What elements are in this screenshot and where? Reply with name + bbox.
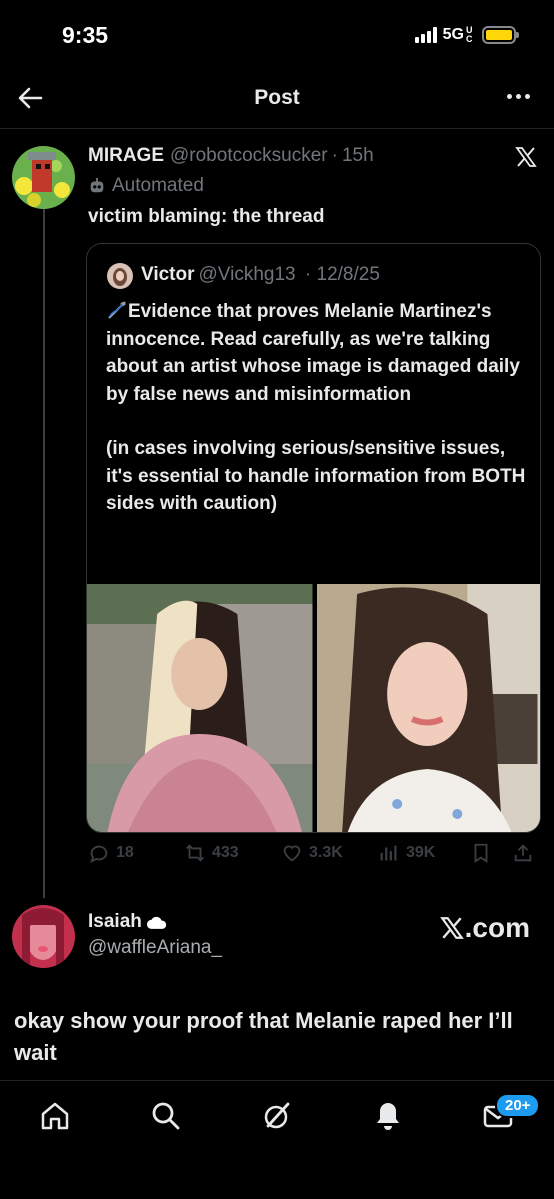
reply-count: 18 bbox=[116, 844, 134, 861]
quote-text: Evidence that proves Melanie Martinez's … bbox=[106, 298, 531, 518]
quote-date: 12/8/25 bbox=[316, 264, 380, 285]
quote-paragraph-1: Evidence that proves Melanie Martinez's … bbox=[106, 301, 520, 405]
more-options-icon[interactable] bbox=[507, 94, 530, 99]
status-time: 9:35 bbox=[62, 22, 109, 48]
like-count: 3.3K bbox=[309, 844, 343, 861]
network-sub-label: UC bbox=[466, 25, 473, 44]
quote-header: Victor @Vickhg13 · 12/8/25 bbox=[141, 264, 380, 286]
search-icon[interactable] bbox=[149, 1099, 183, 1133]
quote-author-avatar bbox=[107, 263, 133, 289]
like-button[interactable]: 3.3K bbox=[281, 842, 343, 864]
source-suffix: .com bbox=[464, 912, 530, 943]
quote-media bbox=[87, 584, 540, 832]
thread-line bbox=[43, 182, 45, 898]
network-label: 5G bbox=[442, 26, 464, 43]
views-button[interactable]: 39K bbox=[378, 842, 435, 864]
view-count: 39K bbox=[406, 844, 436, 861]
quote-image-1[interactable] bbox=[87, 584, 313, 832]
header-divider bbox=[0, 128, 554, 129]
engagement-bar: 18 433 3.3K 39K bbox=[88, 842, 538, 870]
reply-author-name[interactable]: Isaiah bbox=[88, 911, 142, 933]
author-avatar[interactable] bbox=[12, 146, 75, 209]
views-icon bbox=[380, 845, 397, 861]
separator-dot: · bbox=[331, 145, 338, 166]
repost-icon bbox=[186, 844, 204, 862]
post-text: victim blaming: the thread bbox=[88, 206, 325, 227]
reply-author-name-row: Isaiah bbox=[88, 911, 168, 933]
x-logo-icon bbox=[514, 145, 538, 169]
post-header: MIRAGE @robotcocksucker · 15h bbox=[88, 145, 374, 167]
separator-dot: · bbox=[299, 264, 317, 285]
repost-count: 433 bbox=[212, 844, 239, 861]
notifications-bell-icon[interactable] bbox=[371, 1099, 405, 1133]
author-handle[interactable]: @robotcocksucker bbox=[170, 145, 328, 166]
quote-author-name[interactable]: Victor bbox=[141, 264, 195, 285]
grok-icon[interactable] bbox=[260, 1099, 294, 1133]
status-bar: 9:35 5G UC bbox=[0, 0, 554, 70]
reply-icon bbox=[89, 845, 108, 864]
home-icon[interactable] bbox=[38, 1099, 72, 1133]
x-logo-icon bbox=[439, 917, 464, 939]
bottom-tab-bar: 20+ bbox=[0, 1080, 554, 1199]
notification-badge: 20+ bbox=[495, 1093, 541, 1118]
share-icon bbox=[514, 844, 532, 862]
status-indicators: 5G UC bbox=[414, 25, 519, 44]
quote-paragraph-2: (in cases involving serious/sensitive is… bbox=[106, 438, 526, 514]
reply-author-handle[interactable]: @waffleAriana_ bbox=[88, 937, 222, 959]
reply-author-avatar[interactable] bbox=[12, 905, 75, 968]
heart-icon bbox=[283, 845, 301, 862]
robot-icon bbox=[90, 177, 104, 193]
quote-author-handle[interactable]: @Vickhg13 bbox=[199, 264, 296, 285]
reply-text: okay show your proof that Melanie raped … bbox=[14, 1008, 513, 1065]
battery-icon bbox=[482, 26, 519, 44]
quote-image-2[interactable] bbox=[316, 584, 540, 832]
needle-icon bbox=[106, 300, 128, 320]
post-time: 15h bbox=[341, 145, 374, 166]
x-com-label: .com bbox=[439, 912, 530, 944]
signal-icon bbox=[414, 27, 437, 43]
bookmark-button[interactable] bbox=[470, 842, 492, 864]
author-name[interactable]: MIRAGE bbox=[88, 145, 164, 166]
automated-text: Automated bbox=[112, 175, 204, 196]
cloud-icon bbox=[146, 916, 167, 929]
reply-button[interactable]: 18 bbox=[88, 842, 134, 864]
quoted-post[interactable]: Victor @Vickhg13 · 12/8/25 Evidence that … bbox=[86, 243, 541, 833]
nav-header: Post bbox=[0, 70, 554, 128]
page-title: Post bbox=[254, 86, 300, 109]
automated-label: Automated bbox=[88, 175, 204, 197]
bookmark-icon bbox=[474, 843, 488, 863]
share-button[interactable] bbox=[512, 842, 534, 864]
repost-button[interactable]: 433 bbox=[184, 842, 239, 864]
